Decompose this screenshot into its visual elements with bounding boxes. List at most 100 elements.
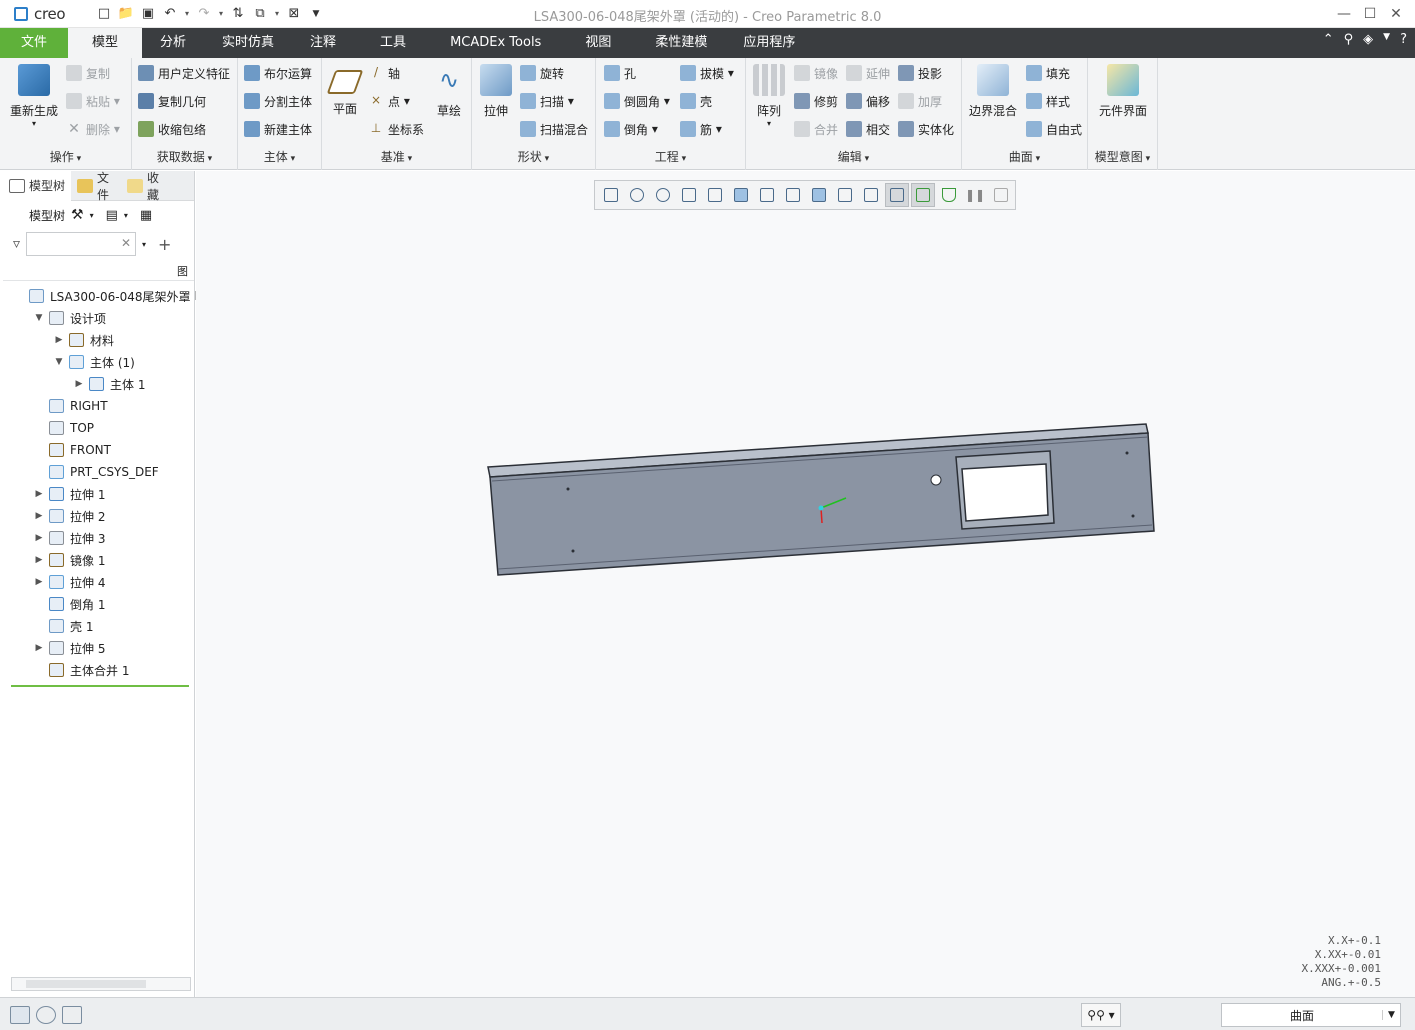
add-filter-icon[interactable]: +	[158, 235, 171, 254]
tab-live-simulation[interactable]: 实时仿真	[204, 28, 292, 58]
paste-button[interactable]: 粘贴 ▾	[66, 90, 120, 112]
revolve-button[interactable]: 旋转	[520, 62, 564, 84]
tab-model-tree[interactable]: 模型树	[3, 170, 72, 201]
expand-icon[interactable]: ▶	[33, 489, 45, 499]
collapse-icon[interactable]: ▼	[53, 357, 65, 367]
tree-settings-icon[interactable]: ⚒	[71, 207, 84, 223]
tree-item[interactable]: ▼ 设计项	[33, 307, 106, 329]
save-icon[interactable]: ▣	[138, 4, 158, 24]
redo-dropdown-icon[interactable]: ▾	[216, 9, 226, 18]
solidify-button[interactable]: 实体化	[898, 118, 954, 140]
open-file-icon[interactable]: 📁	[116, 4, 136, 24]
undo-icon[interactable]: ↶	[160, 4, 180, 24]
pattern-button[interactable]: 阵列 ▾	[752, 64, 786, 128]
windows-icon[interactable]: ⧉	[250, 4, 270, 24]
udf-button[interactable]: 用户定义特征	[138, 62, 230, 84]
trim-button[interactable]: 修剪	[794, 90, 838, 112]
window-opening[interactable]	[961, 463, 1049, 522]
tab-model[interactable]: 模型	[68, 28, 142, 58]
style-button[interactable]: 样式	[1026, 90, 1070, 112]
customize-qat-icon[interactable]: ▼	[306, 4, 326, 24]
regenerate-button[interactable]: 重新生成 ▾	[6, 64, 62, 128]
component-interface-button[interactable]: 元件界面	[1092, 64, 1154, 119]
freestyle-button[interactable]: 自由式	[1026, 118, 1082, 140]
regenerate-icon[interactable]: ⇅	[228, 4, 248, 24]
group-label-engineering[interactable]: 工程	[596, 148, 745, 165]
tree-item[interactable]: 壳 1	[33, 615, 93, 637]
tree-show-icon[interactable]: ▤	[106, 208, 118, 223]
tab-analysis[interactable]: 分析	[142, 28, 204, 58]
boundary-blend-button[interactable]: 边界混合	[966, 64, 1020, 119]
selection-filter-dropdown-icon[interactable]: ▼	[1382, 1010, 1400, 1020]
ribbon-options-icon[interactable]: ▼	[1383, 32, 1390, 47]
graphics-window[interactable]: ❚❚ X.X+-0.1 X.XX+-0.01 X.XXX+-0.001 ANG.…	[196, 171, 1415, 997]
tab-folder-browser[interactable]: 文件	[71, 171, 121, 202]
tree-item[interactable]: ▶ 拉伸 3	[33, 527, 105, 549]
tree-horizontal-scrollbar[interactable]	[11, 977, 191, 991]
selection-filter-select[interactable]: 曲面 ▼	[1221, 1003, 1401, 1027]
tab-flexible-modeling[interactable]: 柔性建模	[637, 28, 725, 58]
tree-item[interactable]: ▶ 主体 1	[73, 373, 145, 395]
tree-item[interactable]: FRONT	[33, 439, 111, 461]
group-label-body[interactable]: 主体	[238, 148, 321, 165]
new-body-button[interactable]: 新建主体	[244, 118, 312, 140]
tree-settings-dropdown-icon[interactable]: ▾	[90, 211, 94, 220]
undo-dropdown-icon[interactable]: ▾	[182, 9, 192, 18]
extrude-button[interactable]: 拉伸	[476, 64, 516, 119]
close-button[interactable]: ✕	[1385, 4, 1407, 24]
redo-icon[interactable]: ↷	[194, 4, 214, 24]
tree-item[interactable]: RIGHT	[33, 395, 108, 417]
tree-search-input[interactable]: ✕	[26, 232, 137, 256]
expand-icon[interactable]: ▶	[33, 533, 45, 543]
tree-item[interactable]: ▶ 镜像 1	[33, 549, 105, 571]
scrollbar-thumb[interactable]	[26, 980, 146, 988]
tab-view[interactable]: 视图	[559, 28, 637, 58]
group-label-datum[interactable]: 基准	[322, 148, 471, 165]
tree-item[interactable]: ▶ 拉伸 1	[33, 483, 105, 505]
tree-columns-icon[interactable]: ▦	[140, 208, 152, 223]
tree-item[interactable]: ▼ 主体 (1)	[53, 351, 135, 373]
column-header-label[interactable]: 图	[177, 263, 188, 279]
filter-dropdown-icon[interactable]: ▾	[142, 240, 146, 249]
datum-axis-button[interactable]: / 轴	[368, 62, 400, 84]
offset-button[interactable]: 偏移	[846, 90, 890, 112]
expand-icon[interactable]: ▶	[53, 335, 65, 345]
thicken-button[interactable]: 加厚	[898, 90, 942, 112]
tree-insert-indicator[interactable]	[11, 685, 189, 687]
datum-plane-button[interactable]: 平面	[326, 64, 364, 117]
tab-favorites[interactable]: 收藏	[121, 171, 171, 202]
minimize-button[interactable]: —	[1333, 4, 1355, 24]
group-label-get-data[interactable]: 获取数据	[132, 148, 237, 165]
tab-tools[interactable]: 工具	[354, 28, 432, 58]
sketch-button[interactable]: ∿ 草绘	[430, 64, 468, 119]
find-button[interactable]: ⚲⚲ ▾	[1081, 1003, 1121, 1027]
datum-point-button[interactable]: × 点 ▾	[368, 90, 410, 112]
tree-item[interactable]: ▶ 拉伸 5	[33, 637, 105, 659]
mirror-button[interactable]: 镜像	[794, 62, 838, 84]
new-file-icon[interactable]: □	[94, 4, 114, 24]
hole-button[interactable]: 孔	[604, 62, 636, 84]
shrinkwrap-button[interactable]: 收缩包络	[138, 118, 206, 140]
delete-button[interactable]: ✕ 删除 ▾	[66, 118, 120, 140]
project-button[interactable]: 投影	[898, 62, 942, 84]
chamfer-button[interactable]: 倒角 ▾	[604, 118, 658, 140]
copy-geometry-button[interactable]: 复制几何	[138, 90, 206, 112]
full-screen-icon[interactable]	[62, 1006, 82, 1024]
search-icon[interactable]: ⚲	[1344, 32, 1354, 47]
collapse-icon[interactable]: ▼	[33, 313, 45, 323]
group-label-shapes[interactable]: 形状	[472, 148, 595, 165]
group-label-model-intent[interactable]: 模型意图	[1088, 148, 1157, 165]
expand-icon[interactable]: ▶	[33, 577, 45, 587]
tree-item[interactable]: LSA300-06-048尾架外罩LSA	[13, 285, 217, 307]
expand-icon[interactable]: ▶	[73, 379, 85, 389]
expand-icon[interactable]: ▶	[33, 643, 45, 653]
fill-button[interactable]: 填充	[1026, 62, 1070, 84]
split-body-button[interactable]: 分割主体	[244, 90, 312, 112]
tree-item[interactable]: ▶ 拉伸 2	[33, 505, 105, 527]
tab-annotate[interactable]: 注释	[292, 28, 354, 58]
maximize-button[interactable]: ☐	[1359, 4, 1381, 24]
shell-button[interactable]: 壳	[680, 90, 712, 112]
toggle-browser-icon[interactable]	[36, 1006, 56, 1024]
draft-button[interactable]: 拔模 ▾	[680, 62, 734, 84]
close-window-icon[interactable]: ⊠	[284, 4, 304, 24]
